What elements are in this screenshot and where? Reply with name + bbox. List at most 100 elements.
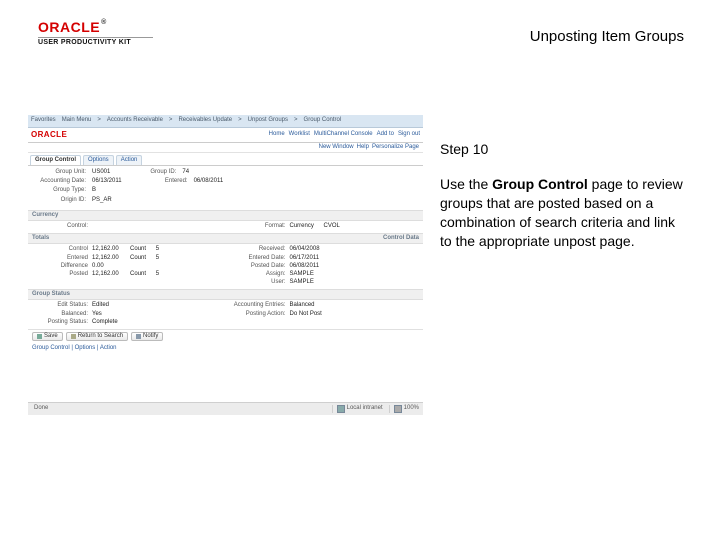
topic-title: Unposting Item Groups [530, 28, 684, 45]
sec-totals: Totals [32, 235, 49, 242]
brand-logo-text: ORACLE® [38, 20, 178, 34]
totals-control-block: Control 12,162.00 Count 5 Entered 12,162.0… [28, 244, 423, 289]
return-button: Return to Search [66, 332, 128, 341]
label: Control: [32, 223, 88, 230]
sub-link: Personalize Page [372, 144, 419, 151]
value: Yes [92, 311, 102, 318]
instruction-bold: Group Control [492, 176, 588, 192]
return-label: Return to Search [78, 333, 123, 340]
status-zone-text: Local intranet [347, 405, 383, 412]
breadcrumb-sep: > [97, 117, 101, 124]
sub-link: New Window [319, 144, 354, 151]
value: US001 [92, 169, 110, 176]
breadcrumb: Favorites Main Menu > Accounts Receivabl… [28, 115, 423, 128]
internet-icon [337, 405, 345, 413]
value: 74 [182, 169, 189, 176]
value: CVOL [324, 223, 340, 230]
label: Accounting Entries: [230, 302, 286, 309]
label: Count [130, 271, 146, 278]
label: Count [130, 255, 146, 262]
label: Format: [230, 223, 286, 230]
brand-subline: USER PRODUCTIVITY KIT [38, 39, 178, 46]
value: Balanced [290, 302, 315, 309]
tab-options: Options [83, 155, 114, 165]
label: Posting Status: [32, 319, 88, 326]
label: Posting Action: [230, 311, 286, 318]
top-link: Add to [377, 131, 394, 138]
instruction-panel: Step 10 Use the Group Control page to re… [440, 140, 690, 250]
label: Posted [32, 271, 88, 278]
top-link: Worklist [289, 131, 310, 138]
status-bar: Done Local intranet 100% [28, 402, 423, 415]
tab-action: Action [116, 155, 143, 165]
value: 0.00 [92, 263, 104, 270]
app-header: ORACLE Home Worklist MultiChannel Consol… [28, 128, 423, 143]
totals-col: Control 12,162.00 Count 5 Entered 12,162.0… [32, 246, 222, 287]
label: Count [130, 246, 146, 253]
value: SAMPLE [290, 279, 314, 286]
label: Entered [32, 255, 88, 262]
value: 12,162.00 [92, 271, 119, 278]
label: Edit Status: [32, 302, 88, 309]
status-zoom: 100% [389, 405, 419, 413]
top-link: Home [269, 131, 285, 138]
value: Currency [290, 223, 314, 230]
app-screenshot: Favorites Main Menu > Accounts Receivabl… [28, 115, 423, 415]
section-header: Group Status [28, 289, 423, 300]
label: Received: [230, 246, 286, 253]
label: Origin ID: [34, 197, 86, 204]
breadcrumb-item: Group Control [304, 117, 342, 124]
value: Do Not Post [290, 311, 322, 318]
footer-links: Group Control | Options | Action [28, 343, 423, 354]
label: Difference [32, 263, 88, 270]
brand-logo: ORACLE® USER PRODUCTIVITY KIT [38, 20, 178, 46]
value: PS_AR [92, 197, 112, 204]
sec-currency: Currency [32, 212, 58, 219]
group-status-block: Edit Status:Edited Balanced:Yes Posting … [28, 300, 423, 329]
app-header-links: Home Worklist MultiChannel Console Add t… [269, 131, 420, 138]
status-zone: Local intranet [332, 405, 383, 413]
value: 06/08/2011 [194, 178, 224, 185]
value: B [92, 187, 96, 194]
tab-bar: Group Control Options Action [28, 153, 423, 166]
section-header: Totals Control Data [28, 233, 423, 244]
value: Complete [92, 319, 118, 326]
instruction-text: Use the Group Control page to review gro… [440, 175, 690, 251]
label: Group Type: [34, 187, 86, 194]
label: Control [32, 246, 88, 253]
sec-control-data: Control Data [383, 235, 419, 242]
notify-icon [136, 334, 141, 339]
breadcrumb-item: Favorites [31, 117, 56, 124]
save-button: Save [32, 332, 63, 341]
breadcrumb-item: Main Menu [62, 117, 92, 124]
label: Posted Date: [230, 263, 286, 270]
value: Edited [92, 302, 109, 309]
currency-block: Control: Format: Currency CVOL [28, 221, 423, 233]
sub-link: Help [357, 144, 369, 151]
control-data-col: Received:06/04/2008 Entered Date:06/17/2… [230, 246, 420, 287]
notify-button: Notify [131, 332, 163, 341]
breadcrumb-sep: > [294, 117, 298, 124]
button-row: Save Return to Search Notify [28, 329, 423, 343]
app-subheader: New Window Help Personalize Page [28, 143, 423, 153]
value: 5 [156, 255, 159, 262]
value: 5 [156, 271, 159, 278]
breadcrumb-item: Unpost Groups [248, 117, 288, 124]
save-label: Save [44, 333, 58, 340]
breadcrumb-item: Accounts Receivable [107, 117, 163, 124]
brand-logo-rule [38, 37, 153, 38]
section-header: Currency [28, 210, 423, 221]
breadcrumb-sep: > [169, 117, 173, 124]
instruction-pre: Use the [440, 176, 492, 192]
status-zoom-text: 100% [404, 405, 419, 412]
value: 5 [156, 246, 159, 253]
notify-label: Notify [143, 333, 158, 340]
return-icon [71, 334, 76, 339]
breadcrumb-sep: > [238, 117, 242, 124]
sec-group-status: Group Status [32, 291, 70, 298]
value: 06/08/2011 [290, 263, 320, 270]
value: 06/04/2008 [290, 246, 320, 253]
value: SAMPLE [290, 271, 314, 278]
tab-group-control: Group Control [30, 155, 81, 165]
value: 12,162.00 [92, 246, 119, 253]
